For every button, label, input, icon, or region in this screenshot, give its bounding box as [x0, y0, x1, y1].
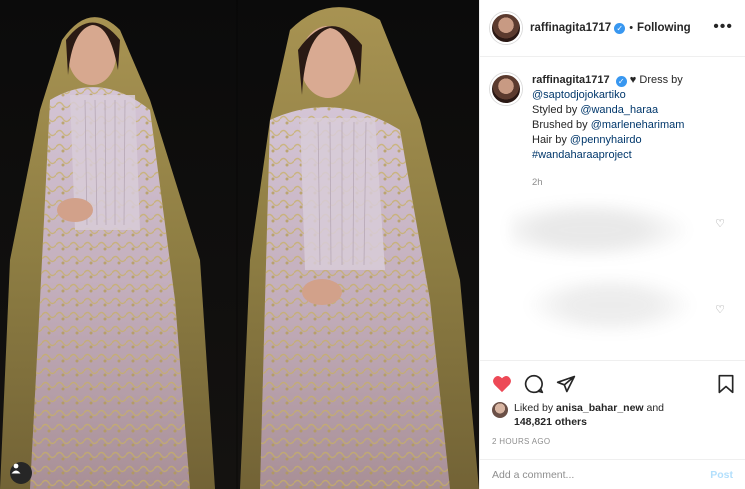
separator-dot: • — [629, 22, 634, 34]
comment-like-icon[interactable]: ♡ — [715, 303, 725, 316]
comment-icon[interactable] — [524, 374, 544, 394]
post-comment-button[interactable]: Post — [710, 469, 733, 481]
likes-prefix: Liked by — [514, 402, 557, 414]
hashtag-link[interactable]: #wandaharaaproject — [532, 149, 632, 161]
verified-badge-icon: ✓ — [614, 22, 626, 34]
more-options-icon[interactable]: ••• — [713, 18, 733, 36]
post-side-panel: raffinagita1717 ✓ • Following ••• raffin… — [479, 0, 745, 489]
caption: raffinagita1717 ✓ ♥ Dress by @saptodjojo… — [480, 57, 745, 190]
comment-input[interactable] — [492, 468, 711, 481]
caption-line1: Dress by — [639, 74, 683, 86]
add-comment-bar: Post — [480, 459, 745, 489]
caption-username[interactable]: raffinagita1717 — [532, 74, 610, 86]
mention-link[interactable]: @marleneharimam — [591, 119, 685, 131]
post-viewer: raffinagita1717 ✓ • Following ••• raffin… — [0, 0, 745, 489]
like-heart-icon[interactable] — [492, 375, 512, 393]
liker-avatar[interactable] — [492, 402, 508, 418]
mention-link[interactable]: @pennyhairdo — [570, 134, 642, 146]
blurred-comment — [510, 270, 710, 340]
caption-line3-prefix: Styled by — [532, 104, 581, 116]
tagged-people-button[interactable] — [10, 462, 32, 484]
blurred-comment — [510, 195, 710, 265]
post-actions: Liked by anisa_bahar_new and 148,821 oth… — [480, 360, 745, 489]
liker-username[interactable]: anisa_bahar_new — [556, 402, 644, 414]
likes-and: and — [643, 402, 665, 414]
likes-text: Liked by anisa_bahar_new and 148,821 oth… — [514, 401, 664, 429]
mention-link[interactable]: @saptodjojokartiko — [532, 89, 626, 101]
action-icons — [480, 361, 745, 399]
following-button[interactable]: Following — [637, 22, 691, 34]
post-photo[interactable] — [0, 0, 479, 489]
header-username[interactable]: raffinagita1717 — [530, 22, 611, 34]
avatar[interactable] — [490, 12, 522, 44]
post-header: raffinagita1717 ✓ • Following ••• — [480, 0, 745, 57]
caption-avatar[interactable] — [490, 73, 522, 105]
comment-like-icon[interactable]: ♡ — [715, 217, 725, 230]
caption-line4-prefix: Brushed by — [532, 119, 591, 131]
post-timestamp: 2 HOURS AGO — [492, 437, 551, 446]
caption-time: 2h — [532, 177, 543, 188]
verified-badge-icon: ✓ — [615, 76, 627, 87]
caption-line5-prefix: Hair by — [532, 134, 570, 146]
likes-summary: Liked by anisa_bahar_new and 148,821 oth… — [480, 401, 745, 429]
mention-link[interactable]: @wanda_haraa — [580, 104, 658, 116]
share-icon[interactable] — [556, 374, 576, 394]
person-icon — [11, 463, 21, 474]
caption-body: raffinagita1717 ✓ ♥ Dress by @saptodjojo… — [532, 73, 684, 190]
likes-count[interactable]: 148,821 others — [514, 416, 587, 428]
bookmark-icon[interactable] — [717, 374, 735, 394]
heart-emoji: ♥ — [629, 74, 637, 86]
photo-illustration — [0, 0, 479, 489]
